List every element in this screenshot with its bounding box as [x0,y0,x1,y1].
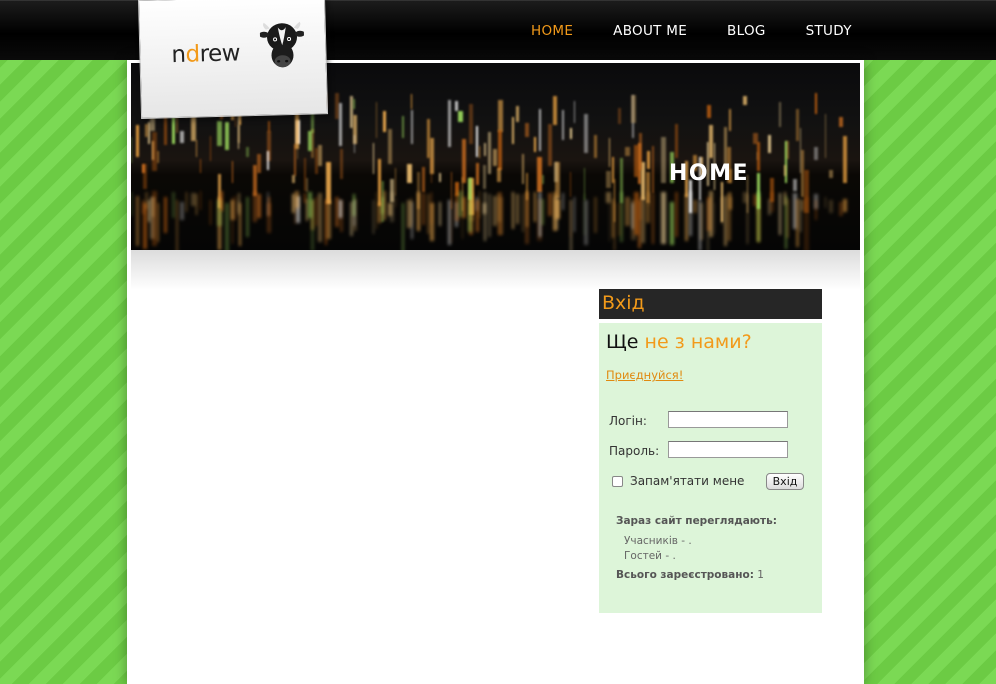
nav-home[interactable]: HOME [531,23,573,39]
cow-icon [259,21,305,68]
login-heading: Вхід [602,292,645,314]
login-button[interactable]: Вхід [766,473,804,490]
join-question: Ще не з нами? [606,331,752,353]
username-input[interactable] [668,411,788,428]
login-header: Вхід [599,289,822,319]
nav-study[interactable]: STUDY [806,23,852,39]
remember-me-label[interactable]: Запам'ятати мене [630,474,744,488]
registered-total: Всього зареєстровано: 1 [616,569,764,581]
register-link[interactable]: Приєднуйся! [606,368,683,382]
login-panel: Ще не з нами? Приєднуйся! Логін: Пароль:… [599,323,822,613]
remember-me-checkbox[interactable] [612,476,623,487]
main-nav: HOME ABOUT ME BLOG STUDY [531,23,892,39]
logo-text: ndrew [171,40,241,69]
online-members: Учасників - . [624,535,692,547]
page-title: HOME [669,161,750,186]
banner-shadow [131,250,860,290]
password-input[interactable] [668,441,788,458]
online-guests: Гостей - . [624,550,676,562]
site-logo[interactable]: ndrew [138,0,329,119]
nav-about-me[interactable]: ABOUT ME [613,23,687,39]
password-label: Пароль: [609,444,660,458]
online-title: Зараз сайт переглядають: [616,515,777,527]
username-label: Логін: [609,414,647,428]
nav-blog[interactable]: BLOG [727,23,766,39]
